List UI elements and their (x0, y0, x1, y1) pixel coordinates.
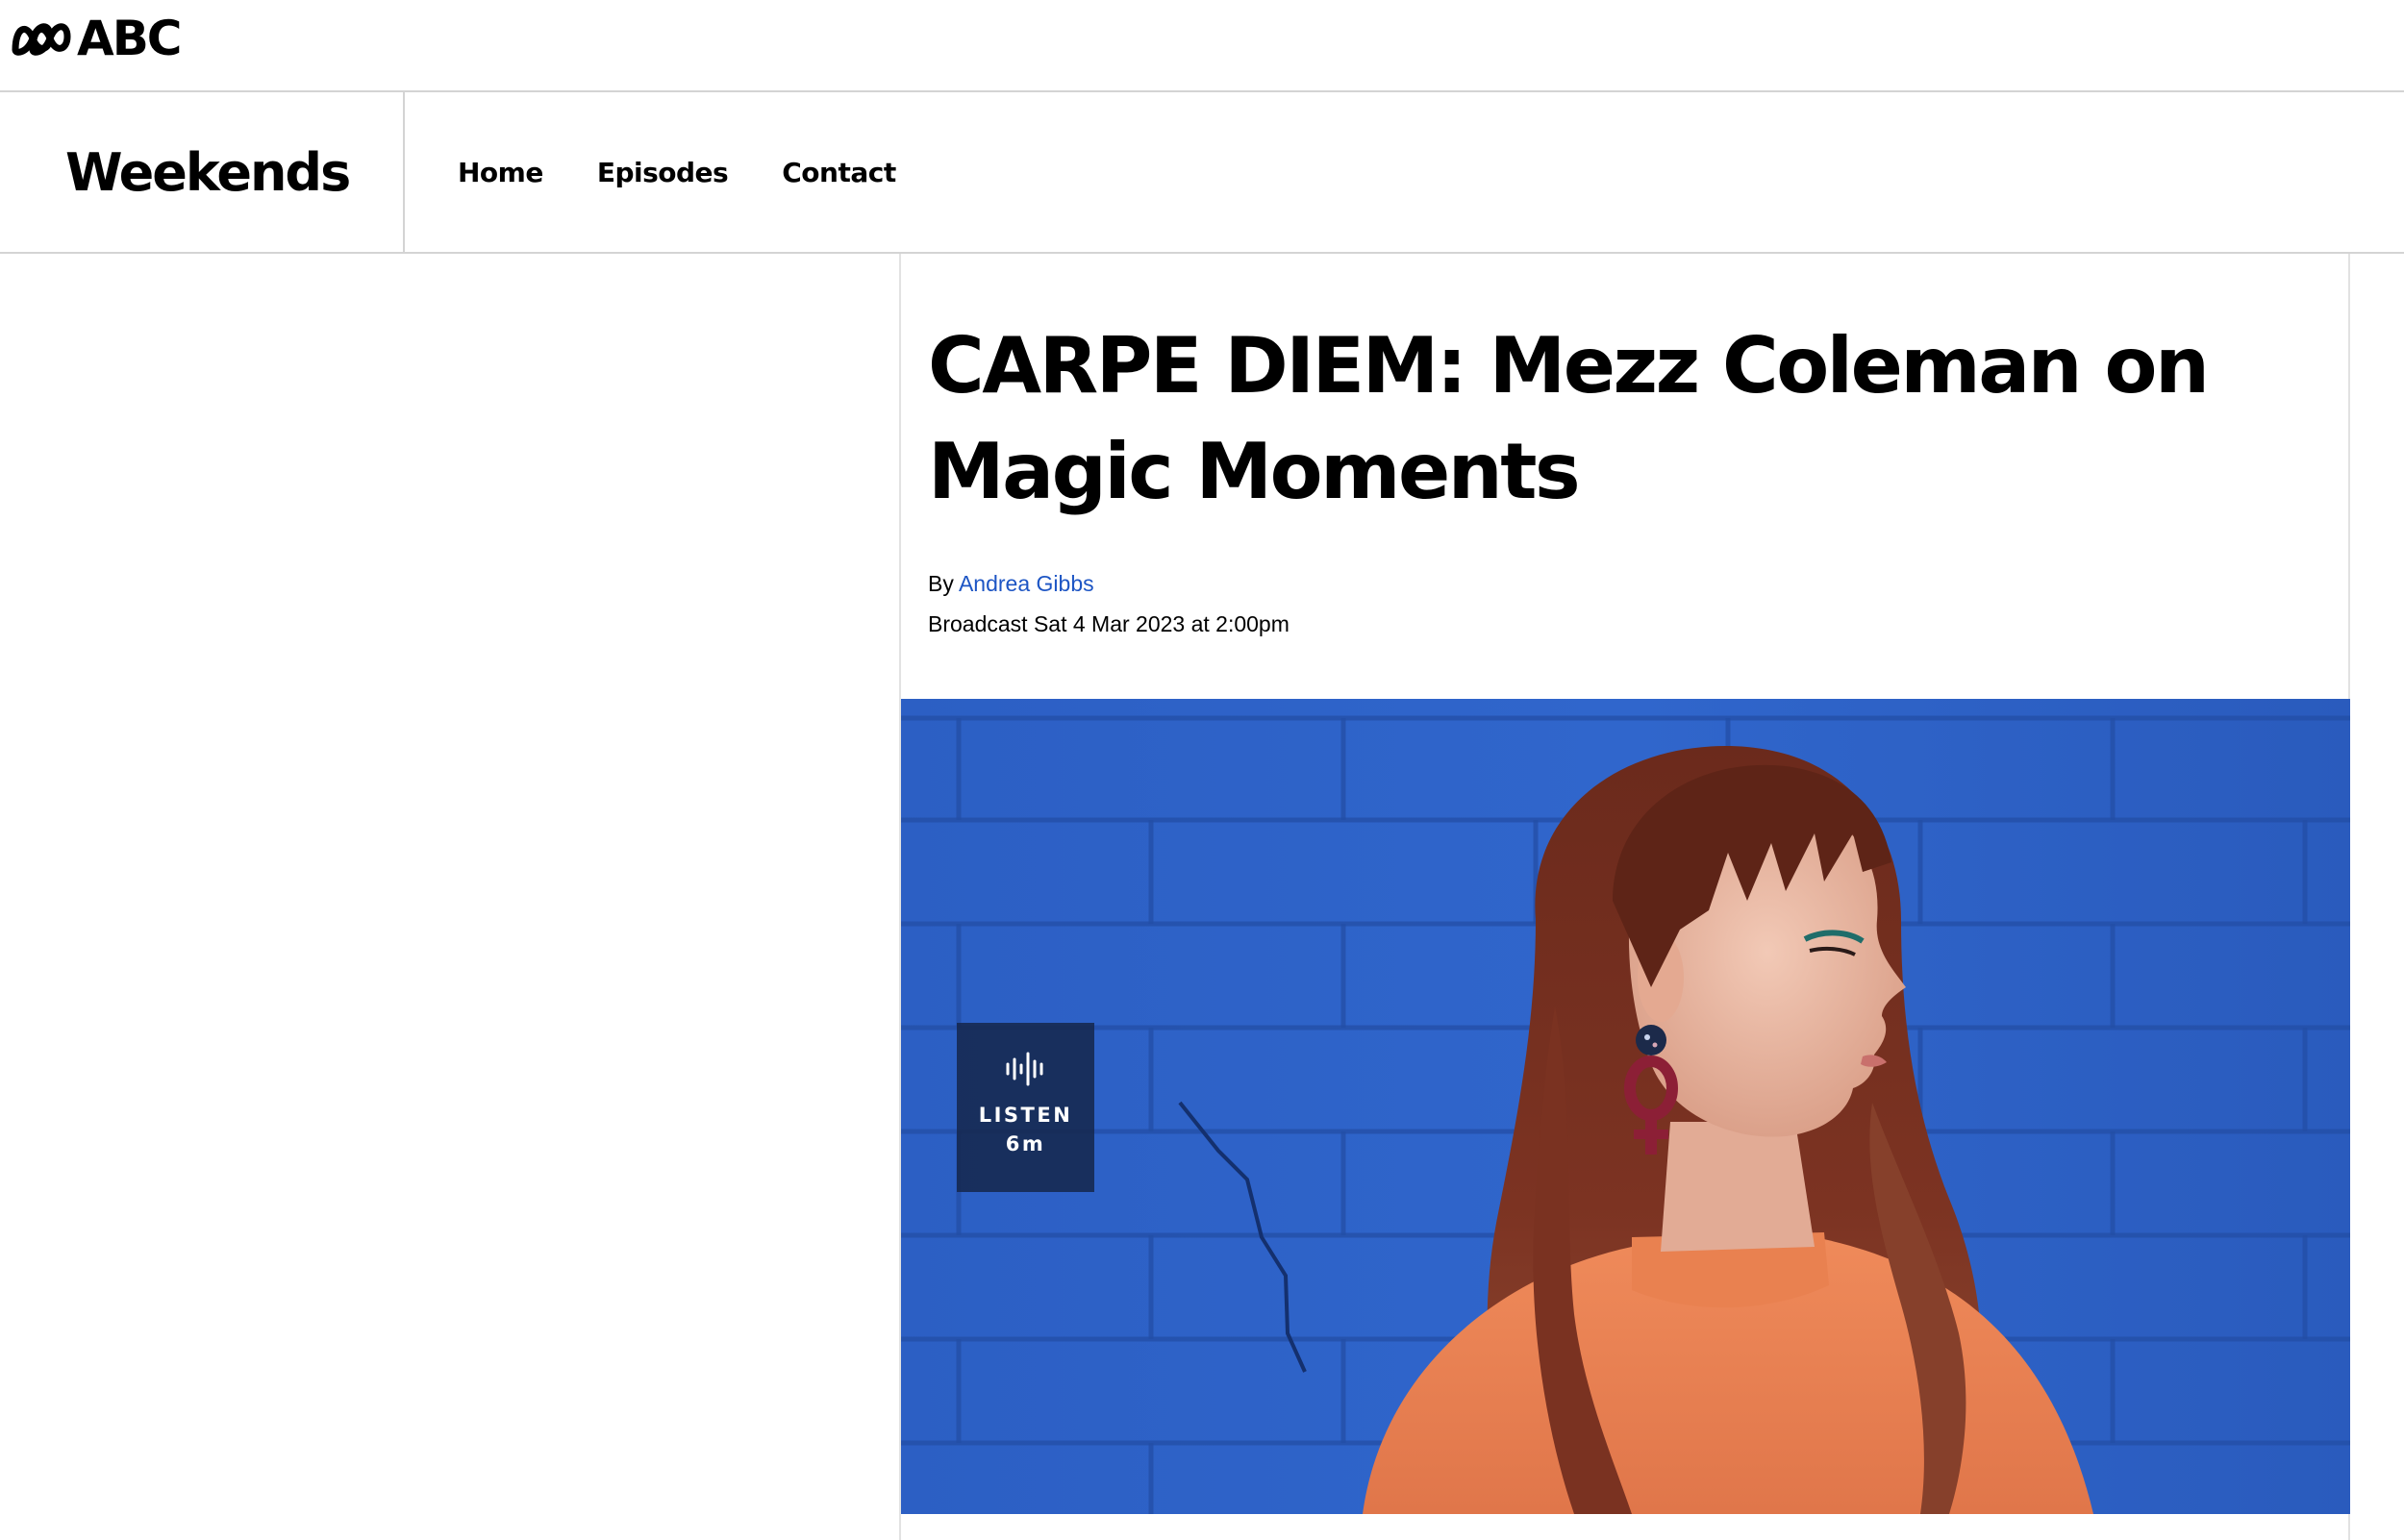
listen-button[interactable]: LISTEN 6m (957, 1023, 1094, 1192)
nav-home-link[interactable]: Home (458, 157, 543, 188)
nav-episodes-link[interactable]: Episodes (597, 157, 729, 188)
abc-home-link[interactable]: ABC (12, 11, 183, 66)
program-title-link[interactable]: Weekends (65, 142, 351, 203)
nav-contact-link[interactable]: Contact (782, 157, 896, 188)
program-header: Weekends Home Episodes Contact (0, 92, 2404, 254)
author-link[interactable]: Andrea Gibbs (959, 571, 1094, 596)
audio-wave-icon (1006, 1052, 1042, 1086)
abc-global-header: ABC (0, 0, 2404, 92)
byline: By Andrea Gibbs (928, 571, 1094, 597)
abc-lissajous-icon (12, 23, 71, 56)
hero-photo (901, 699, 2350, 1514)
program-nav: Home Episodes Contact (458, 92, 896, 252)
program-title-box: Weekends (0, 92, 405, 252)
broadcast-date: Broadcast Sat 4 Mar 2023 at 2:00pm (928, 611, 1290, 636)
hero-image: LISTEN 6m (901, 699, 2350, 1514)
listen-label: LISTEN (978, 1104, 1073, 1127)
byline-prefix: By (928, 571, 954, 596)
listen-duration: 6m (1005, 1132, 1046, 1155)
article-headline: CARPE DIEM: Mezz Coleman on Magic Moment… (928, 321, 2210, 516)
article-column: CARPE DIEM: Mezz Coleman on Magic Moment… (899, 254, 2350, 1540)
abc-logo-text: ABC (77, 11, 183, 66)
